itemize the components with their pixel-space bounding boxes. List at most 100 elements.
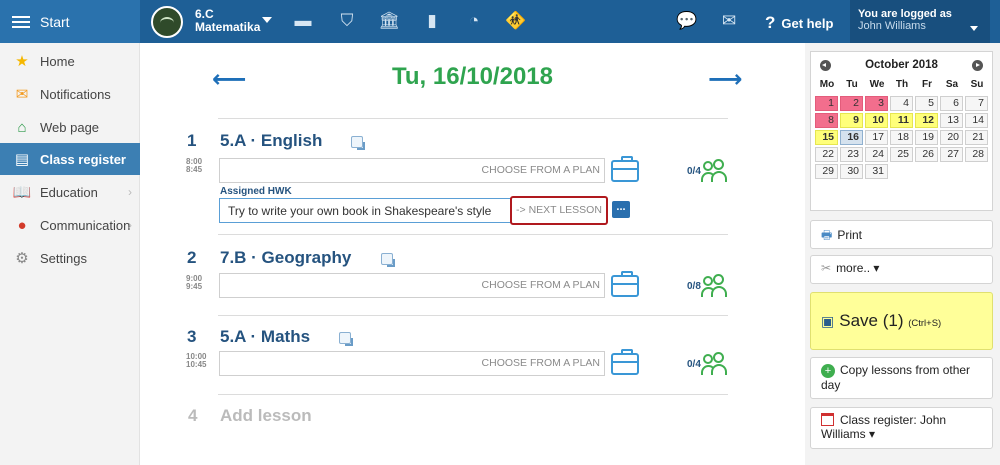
calendar-day[interactable]: 24	[865, 147, 888, 162]
assigned-hwk-label: Assigned HWK	[220, 186, 292, 197]
more-button[interactable]: ✂ more.. ▾	[810, 255, 993, 284]
lesson-title[interactable]: 7.B · Geography	[220, 248, 351, 268]
calendar-day[interactable]: 15	[815, 130, 838, 145]
calendar-day[interactable]: 11	[890, 113, 913, 128]
calendar-day[interactable]: 30	[840, 164, 863, 179]
calendar-day[interactable]: 18	[890, 130, 913, 145]
bar-chart-icon[interactable]: ▮	[421, 11, 443, 31]
calendar-day[interactable]: 13	[940, 113, 963, 128]
chat-icon[interactable]: 💬	[676, 11, 698, 31]
choose-plan-button[interactable]: CHOOSE FROM A PLAN	[482, 357, 600, 369]
calendar-day[interactable]: 19	[915, 130, 938, 145]
class-selector[interactable]: 6.C Matematika	[195, 8, 260, 34]
calendar-day[interactable]: 21	[965, 130, 988, 145]
chevron-down-icon[interactable]	[262, 17, 272, 23]
students-icon[interactable]	[701, 352, 727, 376]
calendar-day[interactable]: 27	[940, 147, 963, 162]
copy-icon[interactable]	[339, 332, 353, 346]
calendar-day[interactable]: 22	[815, 147, 838, 162]
class-register-button[interactable]: Class register: John Williams ▾	[810, 407, 993, 449]
calendar-day[interactable]: 8	[815, 113, 838, 128]
sidebar-item-communication[interactable]: ● Communication ›	[0, 209, 140, 241]
calendar-day[interactable]: 3	[865, 96, 888, 111]
save-label: Save (1)	[839, 311, 904, 330]
students-icon[interactable]	[701, 159, 727, 183]
top-bar: Start 6.C Matematika ▬ ⛉ 🏛 ▮ ◔ 🚸 💬 ✉ ? Ge…	[0, 0, 1000, 43]
more-options-button[interactable]: ...	[612, 201, 630, 218]
lesson-title[interactable]: 5.A · English	[220, 131, 322, 151]
lesson-plan-field[interactable]: CHOOSE FROM A PLAN	[219, 158, 605, 183]
user-menu[interactable]: You are logged as John Williams	[850, 0, 990, 43]
calendar-day[interactable]: 2	[840, 96, 863, 111]
copy-lessons-button[interactable]: + Copy lessons from other day	[810, 357, 993, 399]
calendar-day[interactable]: 7	[965, 96, 988, 111]
calendar-day[interactable]: 5	[915, 96, 938, 111]
attendance-count: 0/8	[687, 281, 701, 292]
sidebar-item-web-page[interactable]: ⌂ Web page	[0, 111, 140, 143]
sidebar-item-settings[interactable]: ⚙ Settings	[0, 242, 140, 274]
sidebar-item-education[interactable]: 📖 Education ›	[0, 176, 140, 208]
print-button[interactable]: 🖶 Print	[810, 220, 993, 249]
sidebar-item-notifications[interactable]: ✉ Notifications	[0, 78, 140, 110]
calendar-day[interactable]: 4	[890, 96, 913, 111]
lesson-number: 1	[187, 131, 197, 150]
briefcase-icon[interactable]	[611, 271, 639, 297]
save-button[interactable]: ▣ Save (1) (Ctrl+S)	[810, 292, 993, 350]
lesson-divider	[218, 234, 728, 235]
calendar-day[interactable]: 17	[865, 130, 888, 145]
briefcase-icon[interactable]	[611, 156, 639, 182]
gear-icon: ⚙	[15, 250, 29, 267]
calendar-day[interactable]: 26	[915, 147, 938, 162]
calendar-day[interactable]: 6	[940, 96, 963, 111]
walking-icon[interactable]: 🚸	[505, 11, 527, 31]
sidebar-item-home[interactable]: ★ Home	[0, 45, 140, 77]
lesson-plan-field[interactable]: CHOOSE FROM A PLAN	[219, 273, 605, 298]
star-icon: ★	[15, 53, 29, 70]
calendar-day[interactable]: 14	[965, 113, 988, 128]
calendar-weekday: Tu	[846, 79, 858, 90]
calendar-day[interactable]: 25	[890, 147, 913, 162]
next-lesson-button[interactable]: -> NEXT LESSON	[510, 196, 608, 225]
floppy-disk-icon: ▣	[821, 313, 835, 329]
institution-icon[interactable]: 🏛	[378, 11, 400, 31]
lesson-end-time: 10:45	[186, 360, 207, 369]
lesson-end-time: 8:45	[186, 165, 203, 174]
chevron-right-icon: ›	[128, 185, 132, 199]
lesson-title[interactable]: 5.A · Maths	[220, 327, 310, 347]
calendar-day[interactable]: 20	[940, 130, 963, 145]
briefcase-icon[interactable]: ▬	[292, 11, 314, 31]
tools-icon: ✂	[821, 261, 832, 275]
calendar-day[interactable]: 23	[840, 147, 863, 162]
plus-circle-icon: +	[821, 364, 835, 378]
envelope-icon[interactable]: ✉	[718, 11, 740, 31]
briefcase-icon[interactable]	[611, 349, 639, 375]
class-avatar[interactable]	[151, 6, 183, 38]
gauge-icon[interactable]: ◔	[463, 11, 485, 31]
lesson-number: 4	[188, 406, 198, 425]
choose-plan-button[interactable]: CHOOSE FROM A PLAN	[482, 164, 600, 176]
calendar-day[interactable]: 1	[815, 96, 838, 111]
lesson-divider	[218, 315, 728, 316]
calendar-day[interactable]: 29	[815, 164, 838, 179]
add-lesson-button[interactable]: Add lesson	[220, 406, 312, 426]
start-menu-button[interactable]: Start	[0, 0, 140, 43]
sidebar-item-class-register[interactable]: ▤ Class register	[0, 143, 140, 175]
calendar-day[interactable]: 10	[865, 113, 888, 128]
calendar-weekday: Su	[970, 79, 984, 90]
students-icon[interactable]	[701, 274, 727, 298]
sidebar-item-label: Web page	[40, 119, 100, 135]
next-month-icon[interactable]	[972, 60, 983, 71]
lesson-plan-field[interactable]: CHOOSE FROM A PLAN	[219, 351, 605, 376]
calendar-day[interactable]: 28	[965, 147, 988, 162]
choose-plan-button[interactable]: CHOOSE FROM A PLAN	[482, 279, 600, 291]
calendar-day[interactable]: 9	[840, 113, 863, 128]
right-panel: October 2018 Mo Tu We Th Fr Sa Su 1 2 3 4 5 6 7 8 9 10 11…	[805, 43, 1000, 465]
calendar-day[interactable]: 16	[840, 130, 863, 145]
copy-icon[interactable]	[381, 253, 395, 267]
shield-icon[interactable]: ⛉	[336, 11, 358, 31]
calendar-day[interactable]: 31	[865, 164, 888, 179]
calendar-day[interactable]: 12	[915, 113, 938, 128]
get-help-button[interactable]: ? Get help	[765, 13, 833, 33]
next-day-arrow-icon[interactable]: ⟶	[708, 65, 742, 94]
copy-icon[interactable]	[351, 136, 365, 150]
